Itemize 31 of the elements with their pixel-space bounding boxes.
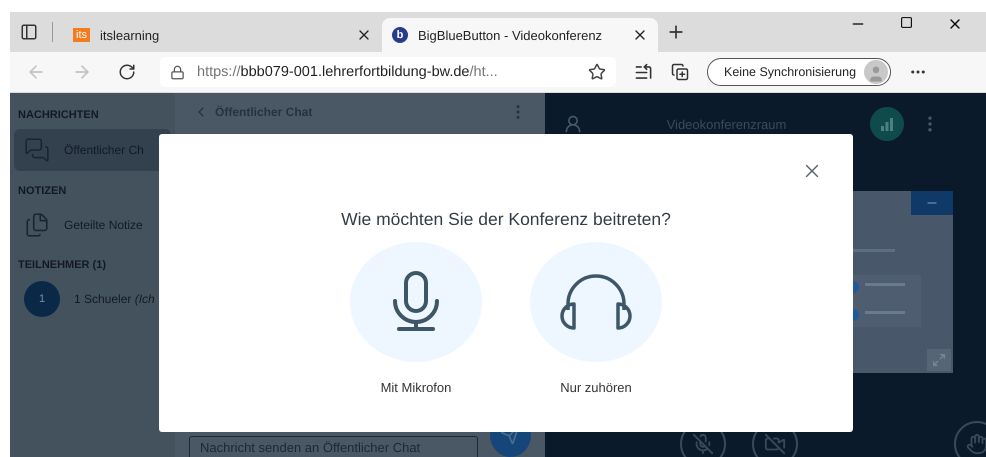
- tab-title: BigBlueButton - Videokonferenz: [418, 28, 604, 42]
- sidebar-item[interactable]: 1 1 Schueler (Ich: [14, 279, 171, 319]
- signal-icon[interactable]: [870, 107, 904, 141]
- item-label: 1 Schueler (Ich: [74, 292, 155, 306]
- section-heading: TEILNEHMER (1): [17, 258, 107, 273]
- section-heading: NOTIZEN: [17, 184, 68, 199]
- browser-tab[interactable]: b BigBlueButton - Videokonferenz: [382, 18, 658, 52]
- favorites-icon[interactable]: [634, 62, 653, 82]
- sync-button[interactable]: Keine Synchronisierung: [707, 58, 892, 86]
- lock-icon: [170, 64, 185, 80]
- microphone-icon: [391, 271, 441, 333]
- site-logo: b: [392, 27, 408, 43]
- camera-off-icon: [764, 433, 786, 455]
- address-bar[interactable]: https://bbb079-001.lehrerfortbildung-bw.de/ht...: [160, 57, 616, 87]
- headphones-icon: [560, 274, 632, 330]
- tab-title: itslearning: [100, 28, 160, 42]
- avatar-icon: [864, 60, 888, 84]
- dialog-question: Wie möchten Sie der Konferenz beitreten?: [341, 209, 671, 230]
- maximize-icon[interactable]: [900, 16, 913, 29]
- expand-icon: [932, 353, 946, 367]
- collections-icon[interactable]: [671, 63, 689, 81]
- section-heading: NACHRICHTEN: [17, 108, 100, 123]
- chat-bubbles-icon: [24, 137, 50, 163]
- browser-tab[interactable]: its itslearning: [63, 18, 382, 52]
- mic-off-icon: [692, 433, 714, 455]
- user-icon[interactable]: [563, 114, 583, 134]
- hand-icon: [966, 433, 986, 455]
- item-label: Geteilte Notize: [64, 218, 143, 232]
- documents-icon: [24, 212, 50, 238]
- site-logo: its: [73, 28, 90, 42]
- user-avatar: 1: [24, 281, 60, 317]
